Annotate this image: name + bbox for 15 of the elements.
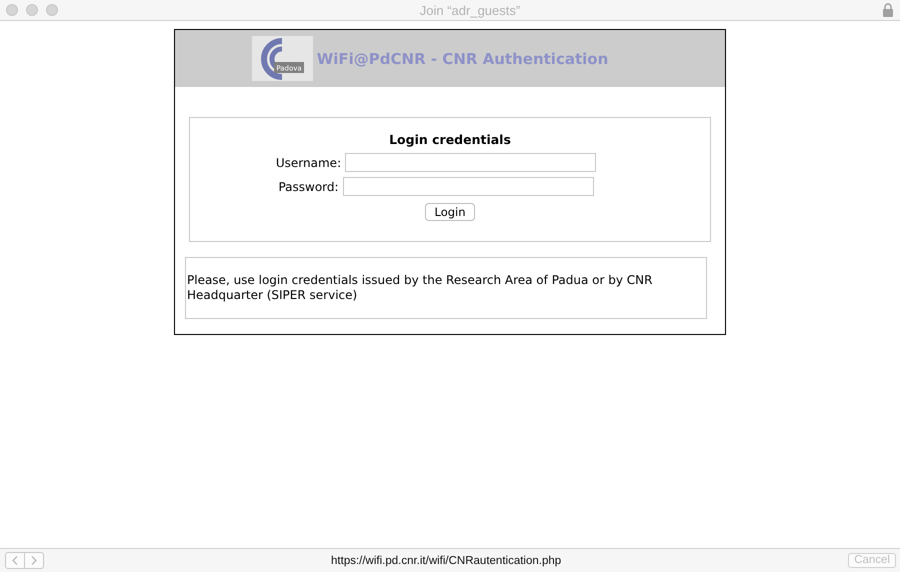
window-title: Join “adr_guests” [418,2,522,18]
chevron-left-icon [12,556,18,565]
field-label: Password: [278,180,339,194]
field-label: Username: [276,156,342,170]
notice-text: Please, use login credentials issued by the Research Area of Padua or by CNR Headquarter (SIPER service) [185,257,707,319]
input-field[interactable] [345,153,596,172]
login-button[interactable]: Login [425,203,475,221]
close-window-button[interactable] [6,4,18,16]
url-text: https://wifi.pd.cnr.it/wifi/CNRautentication.php [330,554,562,566]
chevron-right-icon [31,556,37,565]
form-heading: Login credentials [389,132,511,147]
input-field[interactable] [342,177,594,196]
zoom-window-button[interactable] [46,4,58,16]
page-title: WiFi@PdCNR - CNR Authentication [316,50,608,68]
minimize-window-button[interactable] [26,4,38,16]
